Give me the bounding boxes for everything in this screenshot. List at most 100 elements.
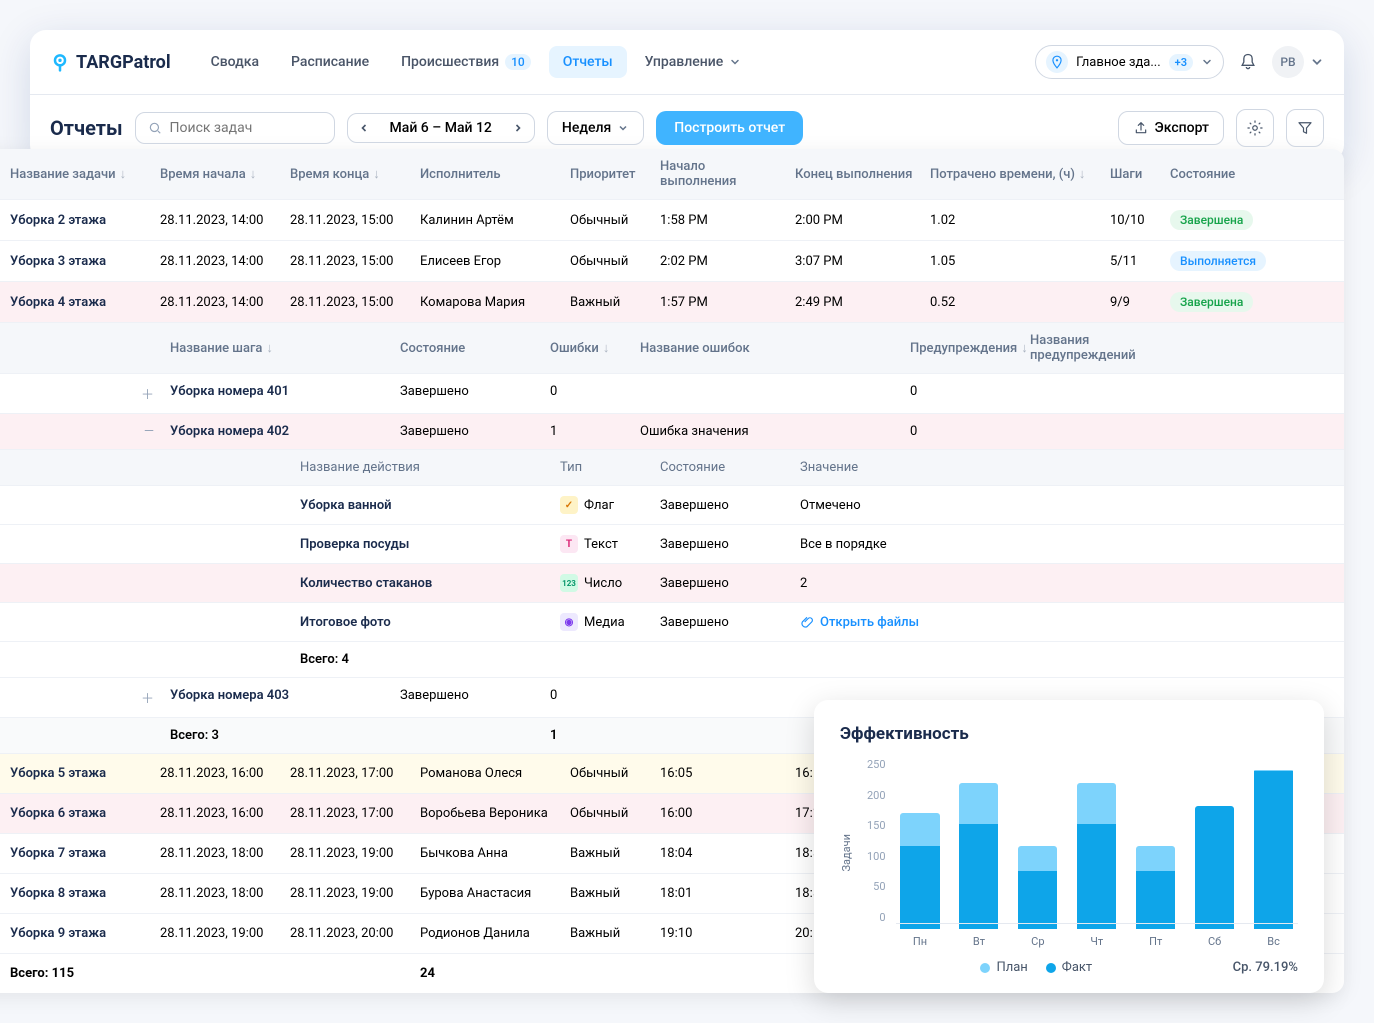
col-end[interactable]: Время конца↓ — [282, 159, 412, 189]
col-time-spent[interactable]: Потрачено времени, (ч)↓ — [922, 159, 1102, 189]
task-name: Уборка 9 этажа — [2, 926, 152, 941]
build-report-button[interactable]: Построить отчет — [656, 111, 803, 145]
bar-x-label: Вт — [973, 935, 985, 948]
task-name: Уборка 6 этажа — [2, 806, 152, 821]
bar-x-label: Ср — [1031, 935, 1044, 948]
location-selector[interactable]: Главное зда... +3 — [1035, 45, 1224, 79]
type-icon: Т — [560, 535, 578, 553]
type-icon: ◉ — [560, 613, 578, 631]
bar-x-label: Чт — [1090, 935, 1103, 948]
col-task[interactable]: Название задачи↓ — [2, 159, 152, 189]
col-steps[interactable]: Шаги — [1102, 159, 1162, 189]
clip-icon — [800, 615, 814, 629]
table-header: Название задачи↓ Время начала↓ Время кон… — [0, 149, 1344, 199]
status-badge: Завершена — [1170, 292, 1253, 312]
legend-plan: План — [996, 960, 1027, 975]
filter-button[interactable] — [1286, 109, 1324, 147]
bar-x-label: Вс — [1267, 935, 1280, 948]
action-row: Уборка ванной ✓Флаг Завершено Отмечено — [0, 485, 1344, 524]
gear-icon — [1246, 119, 1264, 137]
chart-y-label: Задачи — [840, 834, 853, 871]
bar-fact — [959, 824, 998, 929]
date-range-label: Май 6 – Май 12 — [380, 120, 502, 136]
action-name: Количество стаканов — [292, 576, 552, 591]
bar-plan — [900, 813, 939, 846]
chart-bars: Пн Вт Ср Чт Пт Сб Вс — [896, 758, 1298, 948]
search-box[interactable] — [135, 112, 335, 144]
location-extra-badge: +3 — [1169, 54, 1193, 71]
chevron-right-icon — [512, 122, 524, 134]
action-name: Уборка ванной — [292, 498, 552, 513]
collapse-step-button[interactable]: — — [144, 424, 154, 439]
table-row: ＋ Уборка 3 этажа 28.11.2023, 14:00 28.11… — [0, 240, 1344, 281]
nav-management-label: Управление — [645, 54, 724, 70]
step-row: — Уборка номера 402 Завершено 1 Ошибка з… — [0, 413, 1344, 449]
chart-title: Эффективность — [840, 724, 1298, 744]
actions-total-row: Всего: 4 — [0, 641, 1344, 677]
action-row: Количество стаканов 123Число Завершено 2 — [0, 563, 1344, 602]
col-assignee[interactable]: Исполнитель — [412, 159, 562, 189]
chevron-down-icon — [1201, 56, 1213, 68]
bar-group: Вс — [1249, 763, 1298, 948]
expand-step-button[interactable]: ＋ — [141, 688, 154, 707]
bar-fact — [1195, 806, 1234, 929]
open-files-link[interactable]: Открыть файлы — [792, 615, 1042, 630]
bar-x-label: Пт — [1149, 935, 1162, 948]
filter-icon — [1296, 119, 1314, 137]
legend-fact: Факт — [1062, 960, 1092, 975]
chart-avg: Ср. 79.19% — [1233, 960, 1298, 975]
col-exec-end[interactable]: Конец выполнения — [787, 159, 922, 189]
bar-fact — [1018, 871, 1057, 929]
action-row: Проверка посуды ТТекст Завершено Все в п… — [0, 524, 1344, 563]
nav-schedule[interactable]: Расписание — [277, 46, 383, 78]
date-navigator: Май 6 – Май 12 — [347, 113, 535, 143]
nav-incidents[interactable]: Происшествия 10 — [387, 46, 545, 78]
notifications-button[interactable] — [1230, 44, 1266, 80]
bar-plan — [1077, 783, 1116, 824]
bar-group: Пн — [896, 763, 945, 948]
step-name: Уборка номера 402 — [162, 424, 392, 439]
export-button[interactable]: Экспорт — [1118, 111, 1225, 145]
chevron-down-icon — [617, 122, 629, 134]
type-icon: ✓ — [560, 496, 578, 514]
task-name: Уборка 8 этажа — [2, 886, 152, 901]
bar-fact — [1077, 824, 1116, 929]
upload-icon — [1133, 120, 1149, 136]
type-icon: 123 — [560, 574, 578, 592]
bar-group: Сб — [1190, 763, 1239, 948]
bar-fact — [1136, 871, 1175, 929]
chevron-left-icon — [358, 122, 370, 134]
nav-management[interactable]: Управление — [631, 46, 756, 78]
date-next-button[interactable] — [502, 114, 534, 142]
col-exec-start[interactable]: Начало выполнения — [652, 159, 787, 189]
export-label: Экспорт — [1155, 120, 1210, 136]
bar-x-label: Сб — [1208, 935, 1221, 948]
task-name: Уборка 7 этажа — [2, 846, 152, 861]
step-name: Уборка номера 401 — [162, 384, 392, 403]
bar-plan — [1136, 846, 1175, 871]
app-window: TARGPatrol Сводка Расписание Происшестви… — [30, 30, 1344, 161]
period-selector[interactable]: Неделя — [547, 111, 644, 145]
nav-reports[interactable]: Отчеты — [549, 46, 627, 78]
expand-step-button[interactable]: ＋ — [141, 384, 154, 403]
nav-summary[interactable]: Сводка — [197, 46, 273, 78]
search-input[interactable] — [170, 120, 322, 136]
user-avatar[interactable]: РВ — [1272, 46, 1304, 78]
chevron-down-icon[interactable] — [1310, 55, 1324, 69]
settings-button[interactable] — [1236, 109, 1274, 147]
bar-group: Пт — [1131, 763, 1180, 948]
col-priority[interactable]: Приоритет — [562, 159, 652, 189]
nav-incidents-label: Происшествия — [401, 54, 499, 70]
col-start[interactable]: Время начала↓ — [152, 159, 282, 189]
status-badge: Завершена — [1170, 210, 1253, 230]
page-title: Отчеты — [50, 116, 123, 140]
effectiveness-chart: Эффективность Задачи 250200150100500 Пн … — [814, 700, 1324, 993]
actions-header: Название действия Тип Состояние Значение — [0, 449, 1344, 485]
nav: Сводка Расписание Происшествия 10 Отчеты… — [197, 46, 756, 78]
bar-fact — [1254, 771, 1293, 929]
bar-x-label: Пн — [913, 935, 927, 948]
task-name: Уборка 3 этажа — [2, 254, 152, 269]
date-prev-button[interactable] — [348, 114, 380, 142]
col-state[interactable]: Состояние — [1162, 159, 1282, 189]
chevron-down-icon — [729, 56, 741, 68]
